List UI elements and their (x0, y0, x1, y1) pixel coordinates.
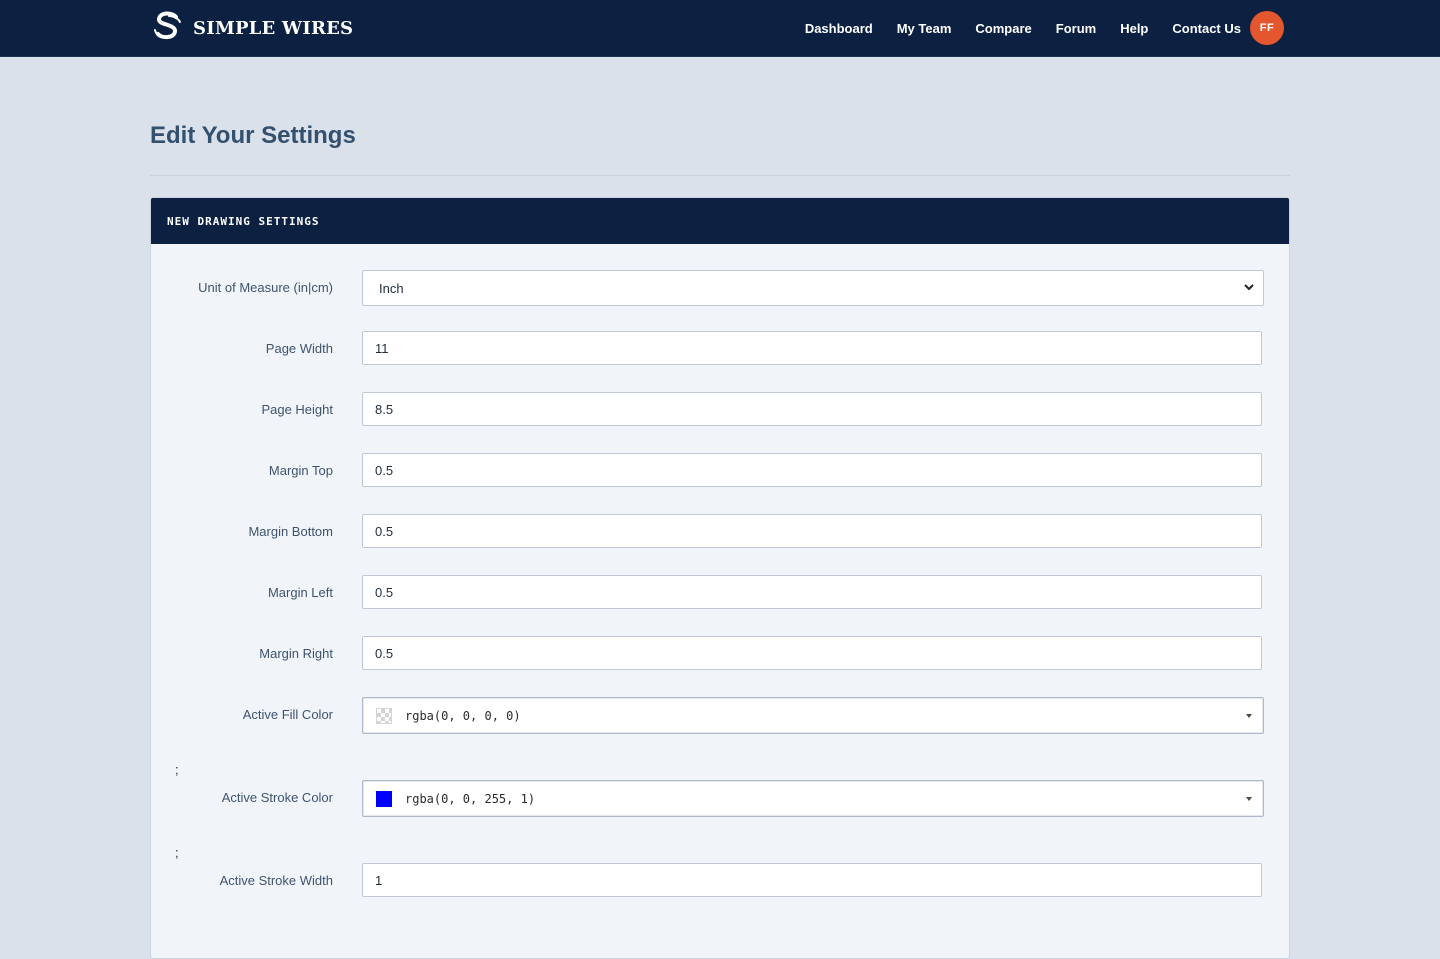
margin-top-label: Margin Top (268, 463, 333, 478)
page-title: Edit Your Settings (150, 122, 356, 149)
page-height-input[interactable] (362, 392, 1262, 426)
stroke-width-row: Active Stroke Width (151, 863, 1289, 899)
stroke-color-value: rgba(0, 0, 255, 1) (405, 792, 536, 806)
card-title: NEW DRAWING SETTINGS (167, 214, 320, 228)
card-header: NEW DRAWING SETTINGS (151, 198, 1289, 244)
margin-bottom-input[interactable] (362, 514, 1262, 548)
stroke-color-row: Active Stroke Color rgba(0, 0, 255, 1) (151, 780, 1289, 817)
nav-dashboard[interactable]: Dashboard (805, 21, 873, 36)
margin-left-row: Margin Left (151, 575, 1289, 611)
page-width-label: Page Width (265, 341, 333, 356)
margin-bottom-label: Margin Bottom (248, 524, 333, 539)
margin-top-input[interactable] (362, 453, 1262, 487)
fill-color-swatch (376, 708, 392, 724)
page-width-row: Page Width (151, 331, 1289, 367)
user-avatar[interactable]: FF (1250, 11, 1284, 45)
stray-semicolon: ; (175, 845, 179, 860)
caret-down-icon (1246, 797, 1252, 801)
margin-right-input[interactable] (362, 636, 1262, 670)
unit-select[interactable]: Inch (362, 270, 1264, 306)
nav-help[interactable]: Help (1120, 21, 1148, 36)
simple-wires-logo-icon (151, 9, 185, 48)
stroke-color-picker[interactable]: rgba(0, 0, 255, 1) (362, 780, 1264, 817)
chevron-down-icon (1242, 280, 1256, 294)
margin-right-row: Margin Right (151, 636, 1289, 672)
nav-compare[interactable]: Compare (975, 21, 1031, 36)
stroke-width-label: Active Stroke Width (219, 873, 333, 888)
stroke-color-label: Active Stroke Color (221, 790, 333, 805)
fill-color-picker[interactable]: rgba(0, 0, 0, 0) (362, 697, 1264, 734)
fill-color-row: Active Fill Color rgba(0, 0, 0, 0) (151, 697, 1289, 734)
stray-semicolon: ; (175, 762, 179, 777)
margin-right-label: Margin Right (259, 646, 333, 661)
page-height-row: Page Height (151, 392, 1289, 428)
title-divider (150, 175, 1290, 176)
brand-link[interactable]: SIMPLE WIRES (151, 10, 353, 46)
top-navbar: SIMPLE WIRES Dashboard My Team Compare F… (0, 0, 1440, 57)
margin-top-row: Margin Top (151, 453, 1289, 489)
caret-down-icon (1246, 714, 1252, 718)
page-height-label: Page Height (261, 402, 333, 417)
stroke-width-input[interactable] (362, 863, 1262, 897)
unit-row: Unit of Measure (in|cm) Inch (151, 270, 1289, 306)
nav-contact-us[interactable]: Contact Us (1172, 21, 1241, 36)
nav-forum[interactable]: Forum (1056, 21, 1096, 36)
settings-card: NEW DRAWING SETTINGS Unit of Measure (in… (150, 197, 1290, 959)
fill-color-label: Active Fill Color (242, 707, 333, 722)
brand-name: SIMPLE WIRES (193, 17, 354, 39)
fill-color-value: rgba(0, 0, 0, 0) (405, 709, 521, 723)
stroke-color-swatch (376, 791, 392, 807)
page-width-input[interactable] (362, 331, 1262, 365)
margin-left-label: Margin Left (267, 585, 333, 600)
unit-label: Unit of Measure (in|cm) (198, 280, 333, 295)
nav-my-team[interactable]: My Team (897, 21, 952, 36)
unit-select-value: Inch (379, 281, 404, 296)
main-nav: Dashboard My Team Compare Forum Help Con… (805, 10, 1284, 46)
margin-left-input[interactable] (362, 575, 1262, 609)
margin-bottom-row: Margin Bottom (151, 514, 1289, 550)
